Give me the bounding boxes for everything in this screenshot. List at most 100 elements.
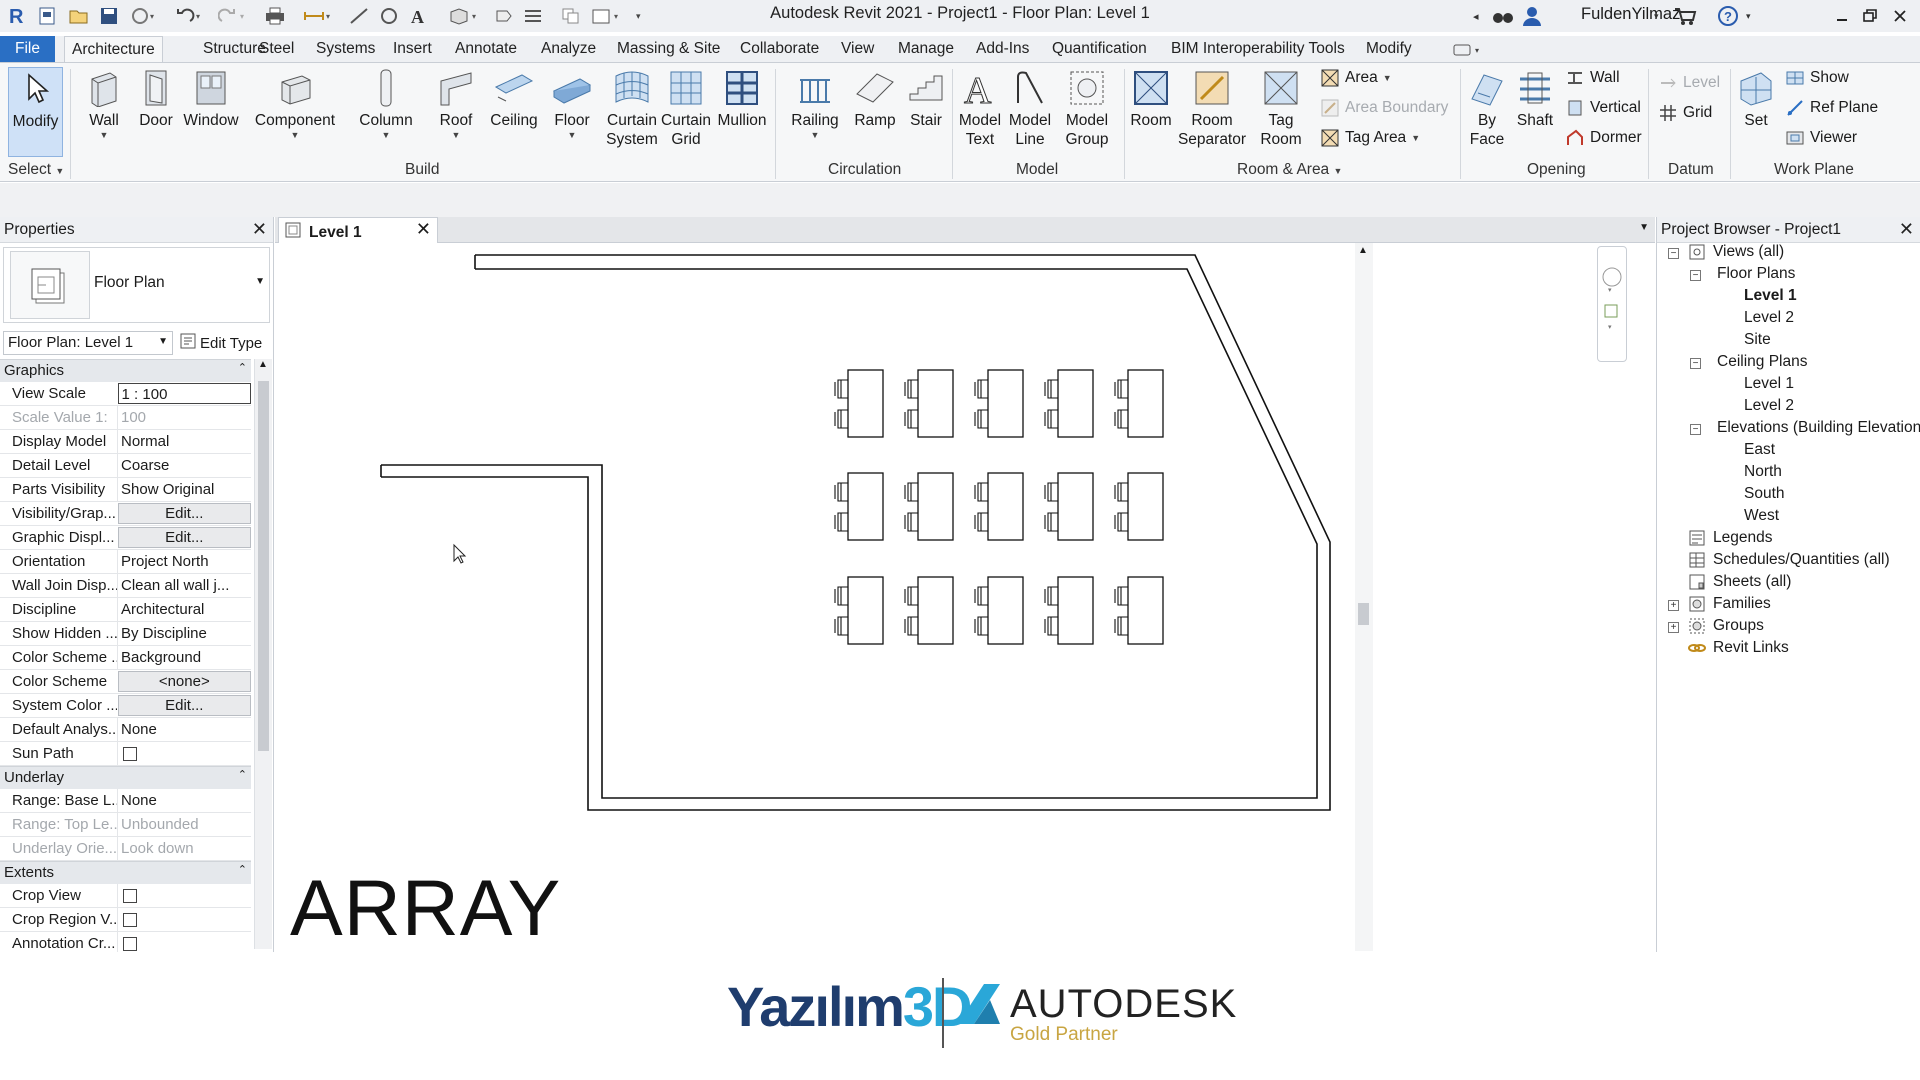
chair[interactable]: [1044, 512, 1058, 532]
tree-families[interactable]: Families: [1687, 595, 1771, 613]
tab-modify[interactable]: Modify: [1359, 36, 1419, 62]
ref-plane-button[interactable]: Ref Plane: [1785, 98, 1878, 118]
prop-orientation[interactable]: Orientation Project North: [0, 550, 251, 574]
navigation-bar[interactable]: ▾ ▾: [1597, 246, 1627, 362]
prop-annotation-crop[interactable]: Annotation Cr...: [0, 932, 251, 952]
search-prev-icon[interactable]: ◂: [1470, 4, 1484, 28]
desk-unit[interactable]: [974, 472, 1024, 541]
area-button[interactable]: Area ▼: [1320, 68, 1392, 88]
chair[interactable]: [974, 586, 988, 606]
tab-bim-interoperability[interactable]: BIM Interoperability Tools: [1164, 36, 1352, 62]
crop-view-checkbox[interactable]: [123, 889, 137, 903]
canvas-vertical-scrollbar[interactable]: ▲: [1355, 243, 1373, 951]
curtain-grid-button[interactable]: Curtain Grid: [660, 67, 712, 149]
properties-close-icon[interactable]: ✕: [252, 219, 267, 240]
ribbon-minimize-icon[interactable]: ▾: [1450, 38, 1486, 62]
door-button[interactable]: Door: [136, 67, 176, 130]
prop-discipline[interactable]: Discipline Architectural: [0, 598, 251, 622]
collapse-toggle[interactable]: −: [1668, 248, 1679, 259]
sun-path-checkbox[interactable]: [123, 747, 137, 761]
group-graphics[interactable]: Graphics ⌃: [0, 359, 251, 382]
chair[interactable]: [904, 616, 918, 636]
tree-floor-plan-level-1[interactable]: Level 1: [1744, 287, 1797, 305]
edit-button[interactable]: Edit...: [117, 527, 251, 548]
chair[interactable]: [1114, 379, 1128, 399]
chair[interactable]: [834, 379, 848, 399]
prop-value[interactable]: By Discipline: [117, 622, 251, 645]
tree-elevation-east[interactable]: East: [1744, 441, 1775, 459]
cart-icon[interactable]: [1672, 4, 1698, 28]
chair[interactable]: [1114, 616, 1128, 636]
tree-revit-links[interactable]: Revit Links: [1687, 639, 1789, 657]
desk[interactable]: [1057, 576, 1094, 645]
chair[interactable]: [974, 616, 988, 636]
tree-elevation-south[interactable]: South: [1744, 485, 1785, 503]
set-work-plane-button[interactable]: Set: [1734, 67, 1778, 130]
type-selector[interactable]: Floor Plan ▼: [3, 247, 270, 323]
user-menu-chevron-icon[interactable]: ▾: [1652, 4, 1666, 28]
tab-add-ins[interactable]: Add-Ins: [969, 36, 1036, 62]
room-button[interactable]: Room: [1128, 67, 1174, 130]
prop-value[interactable]: Clean all wall j...: [117, 574, 251, 597]
vertical-opening-button[interactable]: Vertical: [1565, 98, 1641, 118]
window-button[interactable]: Window: [182, 67, 240, 130]
desk[interactable]: [987, 472, 1024, 541]
tab-steel[interactable]: Steel: [252, 36, 301, 62]
chair[interactable]: [834, 616, 848, 636]
floor-plan-canvas[interactable]: [275, 243, 1655, 952]
desk[interactable]: [987, 369, 1024, 438]
group-underlay[interactable]: Underlay ⌃: [0, 766, 251, 789]
tab-collaborate[interactable]: Collaborate: [733, 36, 826, 62]
chair[interactable]: [974, 379, 988, 399]
chair[interactable]: [974, 482, 988, 502]
desk[interactable]: [987, 576, 1024, 645]
tree-floor-plan-level-2[interactable]: Level 2: [1744, 309, 1794, 327]
chair[interactable]: [1044, 616, 1058, 636]
user-icon[interactable]: [1520, 4, 1544, 28]
desk-unit[interactable]: [1044, 472, 1094, 541]
room-separator-button[interactable]: Room Separator: [1176, 67, 1248, 149]
color-scheme-button[interactable]: <none>: [117, 671, 251, 692]
edit-type-button[interactable]: Edit Type: [180, 333, 262, 353]
edit-button[interactable]: Edit...: [117, 695, 251, 716]
tree-legends[interactable]: Legends: [1687, 529, 1772, 547]
chair[interactable]: [1114, 409, 1128, 429]
chair[interactable]: [834, 482, 848, 502]
tab-view[interactable]: View: [834, 36, 881, 62]
tab-architecture[interactable]: Architecture: [64, 36, 163, 63]
crop-region-checkbox[interactable]: [123, 913, 137, 927]
prop-system-color[interactable]: System Color ... Edit...: [0, 694, 251, 718]
chair[interactable]: [904, 482, 918, 502]
binoculars-icon[interactable]: [1490, 4, 1516, 28]
prop-parts-visibility[interactable]: Parts Visibility Show Original: [0, 478, 251, 502]
roof-button[interactable]: Roof ▼: [434, 67, 478, 140]
chair[interactable]: [834, 586, 848, 606]
chair[interactable]: [974, 409, 988, 429]
ramp-button[interactable]: Ramp: [852, 67, 898, 130]
by-face-button[interactable]: By Face: [1464, 67, 1510, 149]
desk-unit[interactable]: [904, 369, 954, 438]
tree-schedules[interactable]: Schedules/Quantities (all): [1687, 551, 1890, 569]
mullion-button[interactable]: Mullion: [716, 67, 768, 130]
tree-elevation-west[interactable]: West: [1744, 507, 1779, 525]
prop-crop-view[interactable]: Crop View: [0, 884, 251, 908]
collapse-toggle[interactable]: −: [1690, 270, 1701, 281]
chair[interactable]: [834, 409, 848, 429]
tabs-menu-chevron-icon[interactable]: ▼: [1639, 222, 1649, 233]
edit-button[interactable]: Edit...: [117, 503, 251, 524]
dormer-button[interactable]: Dormer: [1565, 128, 1642, 148]
stair-button[interactable]: Stair: [904, 67, 948, 130]
tree-groups[interactable]: Groups: [1687, 617, 1764, 635]
prop-view-scale[interactable]: View Scale 1 : 100: [0, 382, 251, 406]
chair[interactable]: [1044, 586, 1058, 606]
desk[interactable]: [1127, 369, 1164, 438]
tag-area-button[interactable]: Tag Area ▼: [1320, 128, 1420, 148]
desk[interactable]: [1127, 576, 1164, 645]
collapse-toggle[interactable]: −: [1690, 424, 1701, 435]
collapse-toggle[interactable]: −: [1690, 358, 1701, 369]
help-menu-chevron-icon[interactable]: ▾: [1744, 4, 1758, 28]
prop-detail-level[interactable]: Detail Level Coarse: [0, 454, 251, 478]
wall-button[interactable]: Wall ▼: [82, 67, 126, 140]
tree-floor-plan-site[interactable]: Site: [1744, 331, 1771, 349]
tag-room-button[interactable]: Tag Room: [1258, 67, 1304, 149]
